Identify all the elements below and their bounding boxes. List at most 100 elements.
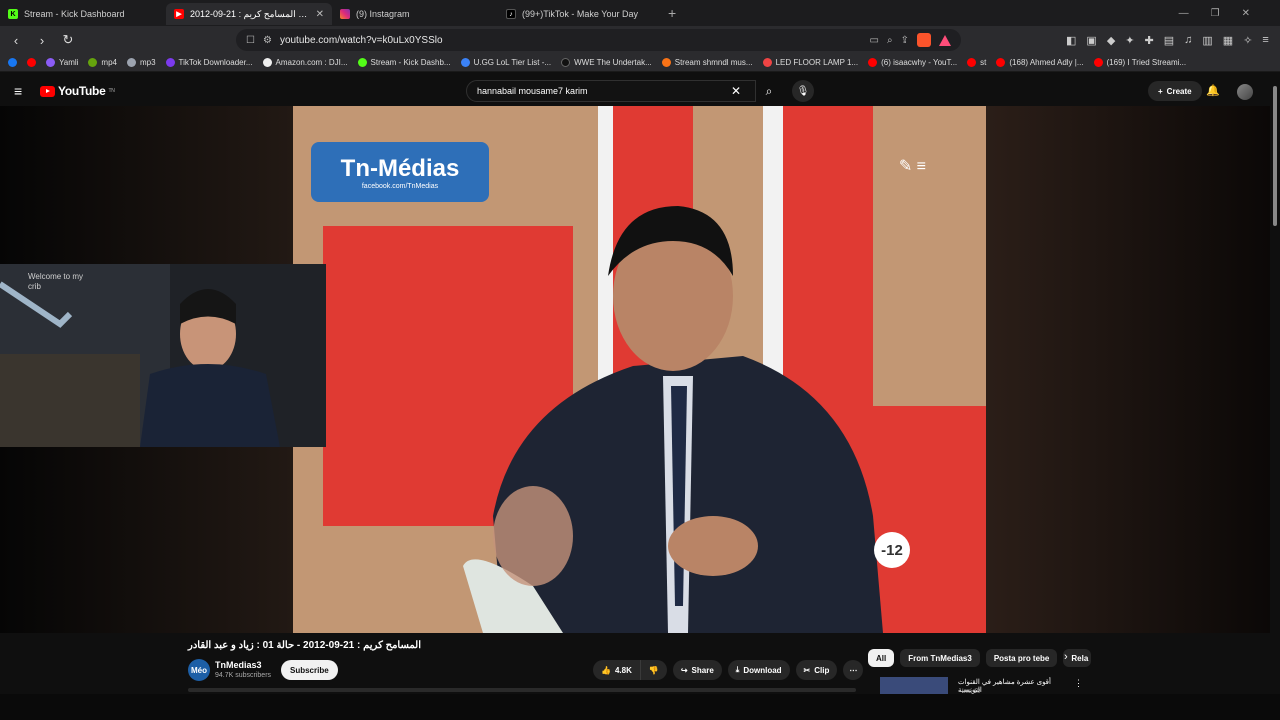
zoom-icon[interactable]: ⌕ [887,35,893,46]
tab-kick-dashboard[interactable]: K Stream - Kick Dashboard [0,3,166,25]
bookmark-item[interactable]: Stream - Kick Dashb... [357,58,451,67]
youtube-icon [27,58,36,67]
bookmark-item[interactable]: Stream shmndl mus... [661,58,753,67]
brave-shield-icon[interactable] [917,33,931,47]
chevron-right-icon[interactable]: › [1064,651,1068,663]
media-icon[interactable]: ♫ [1184,34,1192,47]
hamburger-menu-icon[interactable]: ≡ [14,83,32,99]
account-avatar[interactable] [1237,84,1253,100]
horizontal-scrollbar[interactable] [188,688,856,692]
microphone-icon[interactable]: 🎙 [792,80,814,102]
minimize-icon[interactable]: — [1179,8,1189,19]
youtube-icon [967,58,977,67]
leo-icon[interactable]: ✧ [1243,34,1252,47]
subscribe-button[interactable]: Subscribe [281,660,338,680]
page-scrollbar[interactable] [1272,86,1278,690]
back-icon[interactable]: ‹ [8,33,24,48]
download-icon [88,58,98,67]
clip-button[interactable]: ✂ Clip [795,660,838,680]
close-tab-icon[interactable]: ✕ [316,9,324,20]
bookmark-item[interactable]: mp3 [126,58,156,67]
chip-posta-pro-tebe[interactable]: Posta pro tebe [985,649,1058,667]
extension-icon[interactable]: ✦ [1125,34,1134,47]
chip-from-channel[interactable]: From TnMedias3 [900,649,980,667]
kick-favicon-icon: K [8,9,18,19]
tab-youtube-video[interactable]: ▶ المسامح كريم : 21-09-2012 - ... ✕ [166,3,332,25]
maximize-icon[interactable]: ❐ [1211,8,1220,19]
youtube-icon [996,58,1006,67]
create-button[interactable]: + Create [1148,81,1202,101]
bookmark-item[interactable]: TikTok Downloader... [165,58,253,67]
bookmark-item[interactable]: (169) I Tried Streami... [1093,58,1186,67]
sidebar-icon[interactable]: ▥ [1202,34,1212,47]
bookmark-youtube[interactable] [27,58,36,67]
bookmark-page-icon[interactable]: ☐ [246,35,255,46]
bookmark-item[interactable]: LED FLOOR LAMP 1... [762,58,858,67]
mp3-icon [126,58,136,67]
video-actions: 👍 4.8K 👎 ↪ Share ⤓ Download ✂ Clip ⋯ [593,660,864,680]
bookmark-item[interactable]: mp4 [88,58,117,67]
search-icon[interactable]: ⌕ [756,80,782,102]
stream-icon [661,58,671,67]
youtube-header: ≡ YouTubeTN ✕ ⌕ 🎙 +Create 🔔 [0,76,1280,106]
url-text: youtube.com/watch?v=k0uLx0YSSlo [279,34,443,46]
close-window-icon[interactable]: ✕ [1242,8,1250,19]
extension-icon[interactable]: ▣ [1086,34,1096,47]
reload-icon[interactable]: ↻ [60,32,76,48]
channel-name[interactable]: TnMedias3 [215,660,262,670]
thumbs-up-icon: 👍 [601,665,611,675]
chip-all[interactable]: All [868,649,895,667]
bookmark-item[interactable]: (168) Ahmed Adly |... [996,58,1084,67]
scrollbar-thumb[interactable] [1273,86,1277,226]
extension-icon[interactable]: ◧ [1066,34,1076,47]
more-actions-button[interactable]: ⋯ [843,660,864,680]
tab-tiktok[interactable]: ♪ (99+)TikTok - Make Your Day [498,3,664,25]
bookmark-item[interactable]: U.GG LoL Tier List -... [460,58,551,67]
notifications-bell-icon[interactable]: 🔔 [1206,84,1220,97]
person-in-suit [463,206,883,633]
bookmarks-bar: Yamli mp4 mp3 TikTok Downloader... Amazo… [0,54,1280,72]
share-icon[interactable]: ⇪ [901,35,909,46]
address-bar[interactable]: ☐ ⚙ youtube.com/watch?v=k0uLx0YSSlo ▭ ⌕ … [236,29,961,51]
video-title: المسامح كريم : 21-09-2012 - حالة 01 : زي… [188,640,422,651]
download-icon: ⤓ [735,665,740,674]
puzzle-icon[interactable]: ✚ [1145,34,1154,47]
bookmark-item[interactable]: (6) isaacwhy - YouT... [868,58,957,67]
video-player[interactable]: Tn-Médias facebook.com/TnMedias ✎ ≡ -12 W… [0,106,1270,633]
clear-search-icon[interactable]: ✕ [731,84,741,98]
bookmark-facebook[interactable] [8,58,17,67]
new-tab-icon[interactable]: + [668,5,676,21]
yamli-icon [46,58,55,67]
bookmark-item[interactable]: WWE The Undertak... [561,58,652,67]
browser-navbar: ‹ › ↻ ☐ ⚙ youtube.com/watch?v=k0uLx0YSSl… [0,26,1280,54]
search-input[interactable] [477,86,731,96]
cast-icon[interactable]: ▭ [870,35,879,46]
age-rating-badge: -12 [874,532,910,568]
window-controls: — ❐ ✕ [1179,8,1280,19]
like-button[interactable]: 👍 4.8K [593,660,640,680]
forward-icon[interactable]: › [34,33,50,48]
tab-instagram[interactable]: (9) Instagram [332,3,498,25]
share-button[interactable]: ↪ Share [672,660,722,680]
recommended-video-menu-icon[interactable]: ⋮ [1074,678,1083,689]
tiktok-downloader-icon [165,58,175,67]
wallet-icon[interactable]: ▦ [1223,34,1233,47]
brave-rewards-icon[interactable] [939,34,951,46]
download-button[interactable]: ⤓ Download [727,660,790,680]
channel-avatar[interactable]: Méo [188,659,210,681]
recommended-video-thumbnail[interactable] [880,677,948,695]
bookmark-item[interactable]: st [967,58,986,67]
tab-title: المسامح كريم : 21-09-2012 - ... [190,8,310,19]
bottom-strip [0,694,1280,720]
plus-icon: + [1158,86,1163,96]
extension-icon[interactable]: ▤ [1164,34,1174,47]
site-info-icon[interactable]: ⚙ [263,35,272,46]
extension-icon[interactable]: ◆ [1107,34,1115,47]
bookmark-item[interactable]: Yamli [46,58,78,67]
dislike-button[interactable]: 👎 [639,660,667,680]
bookmark-item[interactable]: Amazon.com : DJI... [262,58,348,67]
webcam-overlay: Welcome to my crib [0,264,326,447]
youtube-logo[interactable]: YouTube TN [40,84,115,98]
menu-icon[interactable]: ≡ [1262,34,1268,47]
youtube-icon [1093,58,1103,67]
